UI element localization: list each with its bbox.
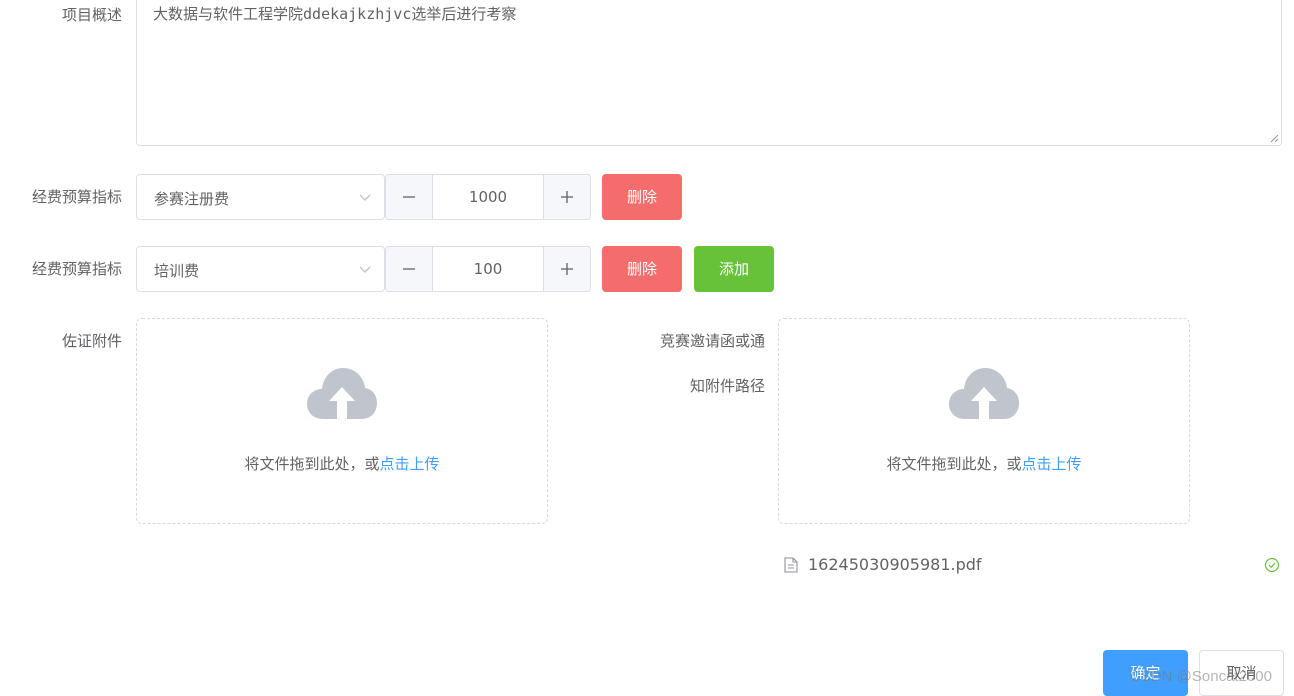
watermark: CSDN @Soncat2000 (1130, 668, 1272, 685)
delete-budget-button[interactable]: 删除 (602, 174, 682, 220)
file-name[interactable]: 16245030905981.pdf (808, 554, 982, 576)
description-textarea[interactable]: 大数据与软件工程学院ddekajkzhjvc选举后进行考察 (136, 0, 1282, 146)
invitation-upload-dropzone[interactable]: 将文件拖到此处，或点击上传 (778, 318, 1190, 524)
increase-button[interactable] (543, 247, 590, 291)
delete-budget-button[interactable]: 删除 (602, 246, 682, 292)
budget-amount-input[interactable]: 100 (433, 247, 543, 291)
add-budget-button[interactable]: 添加 (694, 246, 774, 292)
upload-hint-text: 将文件拖到此处，或 (244, 455, 380, 473)
budget-category-value: 培训费 (154, 262, 200, 280)
budget-amount-input[interactable]: 1000 (433, 175, 543, 219)
budget-amount-stepper[interactable]: 1000 (385, 174, 591, 220)
invitation-label-line2: 知附件路径 (689, 377, 765, 395)
upload-link[interactable]: 点击上传 (1022, 455, 1082, 473)
invitation-label: 竞赛邀请函或通 知附件路径 (600, 319, 765, 409)
description-text: 大数据与软件工程学院ddekajkzhjvc选举后进行考察 (153, 5, 517, 23)
plus-icon (561, 263, 573, 275)
attachment-label: 佐证附件 (61, 332, 122, 350)
budget-label: 经费预算指标 (31, 188, 122, 206)
uploaded-file-item[interactable]: 16245030905981.pdf (784, 554, 1280, 576)
upload-hint-text: 将文件拖到此处，或 (886, 455, 1022, 473)
upload-cloud-icon (307, 368, 377, 419)
check-circle-icon (1264, 557, 1280, 573)
minus-icon (403, 268, 415, 270)
increase-button[interactable] (543, 175, 590, 219)
decrease-button[interactable] (386, 175, 433, 219)
upload-instruction: 将文件拖到此处，或点击上传 (137, 453, 547, 474)
description-label: 项目概述 (61, 6, 122, 24)
attachment-upload-dropzone[interactable]: 将文件拖到此处，或点击上传 (136, 318, 548, 524)
chevron-down-icon (359, 194, 371, 201)
budget-amount-stepper[interactable]: 100 (385, 246, 591, 292)
upload-instruction: 将文件拖到此处，或点击上传 (779, 453, 1189, 474)
document-icon (784, 557, 798, 573)
plus-icon (561, 191, 573, 203)
chevron-down-icon (359, 266, 371, 273)
budget-category-value: 参赛注册费 (154, 190, 230, 208)
decrease-button[interactable] (386, 247, 433, 291)
upload-cloud-icon (949, 368, 1019, 419)
budget-category-select[interactable]: 培训费 (136, 246, 385, 292)
resize-handle-icon[interactable] (1269, 133, 1279, 143)
budget-category-select[interactable]: 参赛注册费 (136, 174, 385, 220)
invitation-label-line1: 竞赛邀请函或通 (659, 332, 765, 350)
budget-label: 经费预算指标 (31, 260, 122, 278)
minus-icon (403, 196, 415, 198)
upload-link[interactable]: 点击上传 (380, 455, 440, 473)
